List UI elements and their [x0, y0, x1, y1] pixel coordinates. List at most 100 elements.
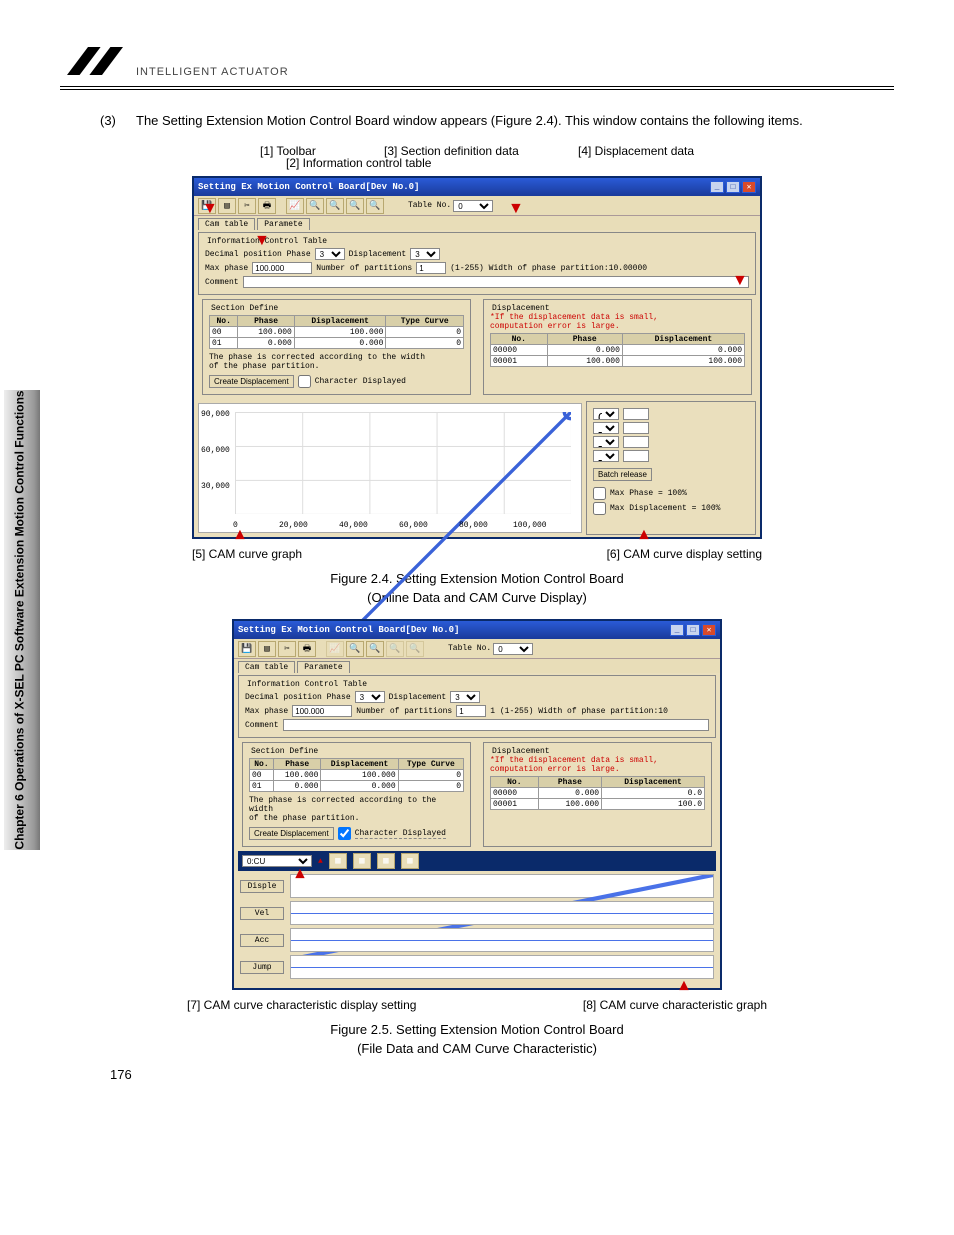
phase-decimal-select[interactable]: 3 [355, 691, 385, 703]
color-swatch[interactable] [623, 450, 649, 462]
displacement-warning: *If the displacement data is small, [490, 313, 745, 322]
zoom-out-icon[interactable]: 🔍 [346, 641, 364, 657]
cut-icon[interactable]: ✂ [238, 198, 256, 214]
character-displayed-label: Character Displayed [315, 377, 406, 386]
x-tick: 80,000 [459, 521, 488, 530]
toolbar: 💾 ▤ ✂ 🖶 📈 🔍 🔍 🔍 🔍 Table No. 0 [194, 196, 760, 216]
toolbar: 💾 ▤ ✂ 🖶 📈 🔍 🔍 🔍 🔍 Table No. 0 [234, 639, 720, 659]
y-tick: 30,000 [201, 482, 230, 491]
displacement-decimal-select[interactable]: 3 [410, 248, 440, 260]
table-row: 010.0000.0000 [250, 781, 464, 792]
section-note: of the phase partition. [209, 362, 464, 371]
series-select-3[interactable]: - [593, 450, 619, 462]
series-select-1[interactable]: - [593, 422, 619, 434]
callout-arrow-icon: ▼ [232, 525, 248, 543]
minimize-button[interactable]: _ [710, 181, 724, 193]
zoom-in-icon[interactable]: 🔍 [326, 198, 344, 214]
character-displayed-checkbox[interactable] [298, 375, 311, 388]
create-displacement-button[interactable]: Create Displacement [249, 827, 334, 840]
max-phase-input[interactable] [292, 705, 352, 717]
tab-parameter[interactable]: Paramete [257, 218, 309, 230]
cut-icon[interactable]: ✂ [278, 641, 296, 657]
table-row: 010.0000.0000 [210, 338, 464, 349]
cam-curve-chart[interactable]: 90,000 60,000 30,000 0 20,000 40,000 60,… [198, 403, 582, 533]
tab-cam-table[interactable]: Cam table [198, 218, 255, 230]
zoom-reset-icon[interactable]: 🔍 [366, 198, 384, 214]
comment-input[interactable] [243, 276, 749, 288]
tool-icon[interactable]: ▤ [218, 198, 236, 214]
logo-text: INTELLIGENT ACTUATOR [136, 66, 289, 82]
save-icon[interactable]: 💾 [238, 641, 256, 657]
max-displacement-checkbox[interactable] [593, 502, 606, 515]
table-no-select[interactable]: 0 [453, 200, 493, 212]
num-partitions-label: Number of partitions [316, 264, 412, 273]
table-row: 000000.0000.000 [491, 345, 745, 356]
print-icon[interactable]: 🖶 [298, 641, 316, 657]
batch-release-button[interactable]: Batch release [593, 468, 652, 481]
maximize-button[interactable]: □ [726, 181, 740, 193]
chart-mode-icon[interactable]: ▦ [401, 853, 419, 869]
window-titlebar[interactable]: Setting Ex Motion Control Board[Dev No.0… [234, 621, 720, 639]
section-note: The phase is corrected according to the … [209, 353, 464, 362]
displacement-panel: Displacement *If the displacement data i… [483, 299, 752, 395]
x-tick: 60,000 [399, 521, 428, 530]
tab-cam-table[interactable]: Cam table [238, 661, 295, 673]
color-swatch[interactable] [623, 436, 649, 448]
chart-mode-icon[interactable]: ▦ [377, 853, 395, 869]
close-button[interactable]: ✕ [742, 181, 756, 193]
char-label-vel: Vel [240, 907, 284, 920]
num-partitions-input[interactable] [416, 262, 446, 274]
tool-icon[interactable]: ▤ [258, 641, 276, 657]
phase-decimal-select[interactable]: 3 [315, 248, 345, 260]
table-row: 000000.0000.0 [491, 788, 705, 799]
displacement-table[interactable]: No.PhaseDisplacement 000000.0000.000 000… [490, 333, 745, 367]
max-phase-input[interactable] [252, 262, 312, 274]
print-icon[interactable]: 🖶 [258, 198, 276, 214]
close-button[interactable]: ✕ [702, 624, 716, 636]
displacement-decimal-select[interactable]: 3 [450, 691, 480, 703]
intro-number: (3) [100, 112, 136, 130]
characteristic-graphs: Disple Vel Acc Jump [234, 874, 720, 979]
num-partitions-input[interactable] [456, 705, 486, 717]
table-no-select[interactable]: 0 [493, 643, 533, 655]
zoom-out-icon[interactable]: 🔍 [306, 198, 324, 214]
callout-arrow-icon: ▼ [732, 272, 748, 290]
create-displacement-button[interactable]: Create Displacement [209, 375, 294, 388]
color-swatch[interactable] [623, 422, 649, 434]
table-no-label: Table No. [408, 201, 451, 210]
char-plot-vel[interactable] [290, 901, 714, 925]
char-plot-acc[interactable] [290, 928, 714, 952]
callout-arrow-icon: ▼ [292, 864, 308, 882]
comment-input[interactable] [283, 719, 709, 731]
window-title: Setting Ex Motion Control Board[Dev No.0… [198, 182, 419, 192]
color-swatch[interactable] [623, 408, 649, 420]
zoom-fit-icon[interactable]: 🔍 [346, 198, 364, 214]
chart-mode-icon[interactable]: ▦ [353, 853, 371, 869]
character-displayed-checkbox[interactable] [338, 827, 351, 840]
displacement-legend: Displacement [490, 304, 745, 313]
maximize-button[interactable]: □ [686, 624, 700, 636]
chart-icon[interactable]: 📈 [286, 198, 304, 214]
series-select-2[interactable]: - [593, 436, 619, 448]
figure-2-5-caption-a: Figure 2.5. Setting Extension Motion Con… [60, 1022, 894, 1037]
tab-row: Cam table Paramete [194, 216, 760, 230]
table-row: 00100.000100.0000 [210, 327, 464, 338]
annot-8: [8] CAM curve characteristic graph [583, 998, 767, 1012]
decimal-position-label: Decimal position Phase [205, 250, 311, 259]
displacement-warning: computation error is large. [490, 322, 745, 331]
displacement-table[interactable]: No.PhaseDisplacement 000000.0000.0 00001… [490, 776, 705, 810]
tab-parameter[interactable]: Paramete [297, 661, 349, 673]
intro-text: The Setting Extension Motion Control Boa… [136, 112, 803, 130]
chart-mode-icon[interactable]: ▦ [329, 853, 347, 869]
minimize-button[interactable]: _ [670, 624, 684, 636]
section-table[interactable]: No.PhaseDisplacementType Curve 00100.000… [209, 315, 464, 349]
section-table[interactable]: No.PhaseDisplacementType Curve 00100.000… [249, 758, 464, 792]
displacement-panel: Displacement *If the displacement data i… [483, 742, 712, 847]
zoom-in-icon[interactable]: 🔍 [366, 641, 384, 657]
max-phase-checkbox[interactable] [593, 487, 606, 500]
window-titlebar[interactable]: Setting Ex Motion Control Board[Dev No.0… [194, 178, 760, 196]
char-plot-disple[interactable] [290, 874, 714, 898]
annot-2: [2] Information control table [286, 156, 431, 170]
char-plot-jump[interactable] [290, 955, 714, 979]
series-select-0[interactable]: 0 [593, 408, 619, 420]
